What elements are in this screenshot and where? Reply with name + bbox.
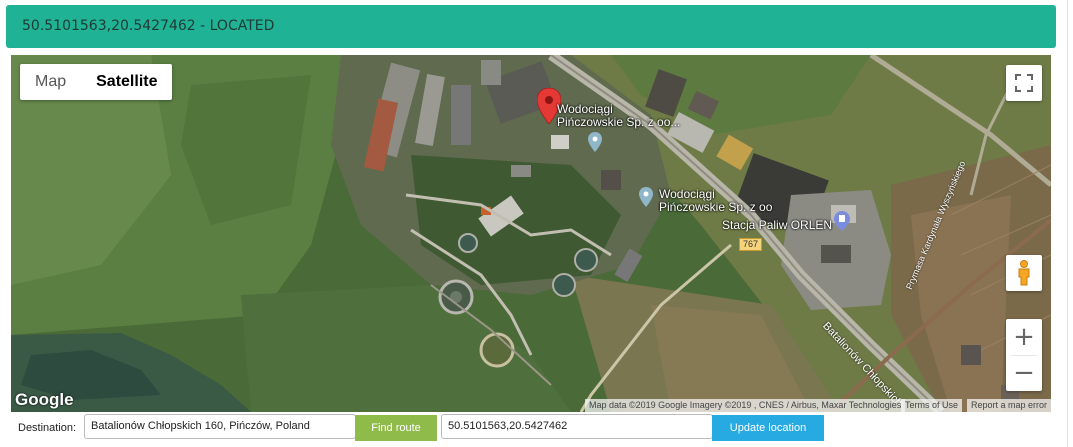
poi-label[interactable]: Wodociągi Pińczowskie Sp. z oo... xyxy=(557,103,680,129)
zoom-control: + − xyxy=(1006,319,1042,391)
map-type-control: Map Satellite xyxy=(20,64,173,100)
update-location-button[interactable]: Update location xyxy=(712,415,824,441)
map-type-satellite-button[interactable]: Satellite xyxy=(81,64,172,100)
pegman-icon xyxy=(1018,260,1030,286)
google-logo[interactable]: Google xyxy=(15,390,74,410)
poi-pin-icon[interactable] xyxy=(588,132,602,152)
find-route-button[interactable]: Find route xyxy=(355,415,437,441)
zoom-out-button[interactable]: − xyxy=(1006,355,1042,391)
fullscreen-icon xyxy=(1015,74,1033,92)
destination-input[interactable]: Batalionów Chłopskich 160, Pińczów, Pola… xyxy=(84,414,356,439)
poi-label[interactable]: Wodociągi Pińczowskie Sp. z oo xyxy=(659,188,772,214)
fuel-station-pin-icon[interactable] xyxy=(834,211,850,231)
satellite-imagery xyxy=(11,55,1051,412)
road-shield: 767 xyxy=(739,238,763,251)
location-title: 50.5101563,20.5427462 - LOCATED xyxy=(22,18,275,34)
street-view-pegman[interactable] xyxy=(1006,255,1042,291)
destination-label: Destination: xyxy=(18,422,77,434)
terms-link[interactable]: Terms of Use xyxy=(901,399,963,412)
poi-pin-icon[interactable] xyxy=(639,187,653,207)
route-form: Destination: Batalionów Chłopskich 160, … xyxy=(6,413,1056,447)
fullscreen-button[interactable] xyxy=(1006,65,1042,101)
zoom-in-button[interactable]: + xyxy=(1006,319,1042,355)
location-header: 50.5101563,20.5427462 - LOCATED xyxy=(6,5,1056,48)
scrollbar-edge xyxy=(1067,0,1068,447)
satellite-map[interactable]: Wodociągi Pińczowskie Sp. z oo... Wodocią… xyxy=(11,55,1051,412)
poi-label[interactable]: Stacja Paliw ORLEN xyxy=(722,219,832,232)
report-error-link[interactable]: Report a map error xyxy=(967,399,1051,412)
map-type-map-button[interactable]: Map xyxy=(20,64,81,100)
map-attribution: Map data ©2019 Google Imagery ©2019 , CN… xyxy=(585,399,906,412)
coordinates-input[interactable]: 50.5101563,20.5427462 xyxy=(441,414,713,439)
